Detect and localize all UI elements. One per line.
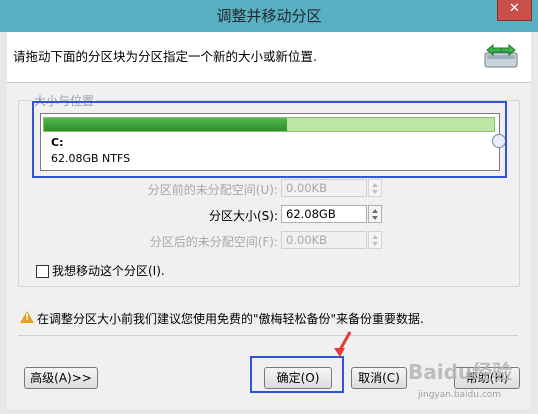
- cancel-button[interactable]: 取消(C): [351, 367, 407, 389]
- unallocated-after-label: 分区后的未分配空间(F):: [149, 235, 278, 249]
- instruction-text: 请拖动下面的分区块为分区指定一个新的大小或新位置.: [13, 49, 317, 64]
- unallocated-before-spinner: [368, 179, 382, 197]
- annotation-arrow-icon: [334, 331, 352, 357]
- close-button[interactable]: ✕: [497, 0, 532, 21]
- footer-divider: [18, 335, 518, 336]
- move-partition-checkbox[interactable]: [36, 265, 49, 278]
- advanced-button[interactable]: 高级(A)>>: [24, 367, 98, 389]
- backup-warning-text: 在调整分区大小前我们建议您使用免费的"傲梅轻松备份"来备份重要数据.: [37, 312, 424, 326]
- unallocated-after-spinner: [368, 231, 382, 249]
- move-partition-label[interactable]: 我想移动这个分区(I).: [52, 262, 165, 279]
- unallocated-before-input: 0.00KB: [281, 179, 367, 197]
- instruction-header: 请拖动下面的分区块为分区指定一个新的大小或新位置.: [7, 32, 531, 83]
- partition-highlight-box: [32, 101, 507, 178]
- unallocated-after-input: 0.00KB: [281, 231, 367, 249]
- watermark-brand: Baidu经验: [408, 360, 513, 384]
- ok-highlight-box: [250, 356, 344, 393]
- watermark-url: jingyan.baidu.com: [418, 390, 502, 400]
- window-title: 调整并移动分区: [216, 7, 322, 25]
- partition-size-spinner[interactable]: [368, 205, 382, 223]
- warning-icon-mark: !: [25, 313, 30, 323]
- partition-size-label: 分区大小(S):: [208, 209, 278, 223]
- partition-size-input[interactable]: 62.08GB: [281, 205, 367, 223]
- move-partition-icon: [484, 43, 518, 68]
- unallocated-before-label: 分区前的未分配空间(U):: [147, 183, 278, 197]
- title-bar[interactable]: 调整并移动分区 ✕: [0, 0, 538, 32]
